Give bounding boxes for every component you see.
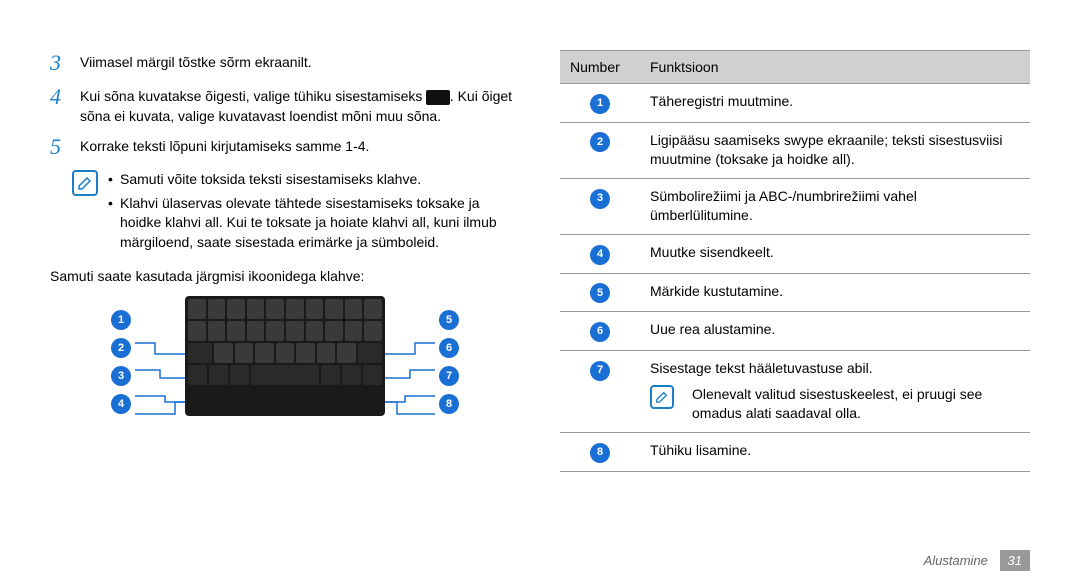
number-badge: 5	[590, 283, 610, 303]
footer-page-number: 31	[1000, 550, 1030, 571]
callout-badge-7: 7	[439, 366, 459, 386]
table-cell-number: 2	[560, 122, 640, 178]
table-row: 8 Tühiku lisamine.	[560, 432, 1030, 471]
table-cell-number: 3	[560, 178, 640, 234]
note-box: Samuti võite toksida teksti sisestamisek…	[72, 170, 520, 256]
table-cell-number: 1	[560, 84, 640, 123]
keyboard-image	[185, 296, 385, 416]
callout-lines-right	[385, 296, 435, 416]
table-cell-function: Uue rea alustamine.	[640, 312, 1030, 351]
number-badge: 8	[590, 443, 610, 463]
table-cell-number: 4	[560, 235, 640, 274]
table-cell-function: Sümbolirežiimi ja ABC-/numbrirežiimi vah…	[640, 178, 1030, 234]
number-badge: 4	[590, 245, 610, 265]
table-cell-function: Täheregistri muutmine.	[640, 84, 1030, 123]
table-cell-function: Tühiku lisamine.	[640, 432, 1030, 471]
table-row: 6 Uue rea alustamine.	[560, 312, 1030, 351]
step-text: Kui sõna kuvatakse õigesti, valige tühik…	[80, 84, 520, 126]
callout-badge-1: 1	[111, 310, 131, 330]
table-row: 5 Märkide kustutamine.	[560, 273, 1030, 312]
step-number: 4	[50, 84, 80, 110]
note-icon	[650, 385, 674, 409]
function-table: Number Funktsioon 1 Täheregistri muutmine…	[560, 50, 1030, 472]
pencil-icon	[77, 175, 93, 191]
number-badge: 3	[590, 189, 610, 209]
callout-badge-4: 4	[111, 394, 131, 414]
page-footer: Alustamine 31	[924, 553, 1030, 568]
step-number: 3	[50, 50, 80, 76]
table-cell-function: Ligipääsu saamiseks swype ekraanile; tek…	[640, 122, 1030, 178]
step-5: 5 Korrake teksti lõpuni kirjutamiseks sa…	[50, 134, 520, 160]
callout-badge-3: 3	[111, 366, 131, 386]
note-item: Samuti võite toksida teksti sisestamisek…	[108, 170, 520, 190]
number-badge: 6	[590, 322, 610, 342]
table-head-number: Number	[560, 51, 640, 84]
note-list: Samuti võite toksida teksti sisestamisek…	[108, 170, 520, 256]
callout-badge-2: 2	[111, 338, 131, 358]
table-cell-number: 5	[560, 273, 640, 312]
step-text: Viimasel märgil tõstke sõrm ekraanilt.	[80, 50, 520, 73]
step-number: 5	[50, 134, 80, 160]
spacebar-icon	[426, 90, 450, 105]
table-row: 1 Täheregistri muutmine.	[560, 84, 1030, 123]
table-cell-number: 8	[560, 432, 640, 471]
table-cell-function: Sisestage tekst hääletuvastuse abil.Olen…	[640, 351, 1030, 433]
inline-note-text: Olenevalt valitud sisestuskeelest, ei pr…	[692, 385, 1020, 424]
keyboard-diagram: 1 2 3 4	[105, 296, 465, 416]
number-badge: 1	[590, 94, 610, 114]
table-row: 4 Muutke sisendkeelt.	[560, 235, 1030, 274]
footer-section: Alustamine	[924, 553, 988, 568]
number-badge: 7	[590, 361, 610, 381]
inline-note: Olenevalt valitud sisestuskeelest, ei pr…	[650, 385, 1020, 424]
step-3: 3 Viimasel märgil tõstke sõrm ekraanilt.	[50, 50, 520, 76]
table-cell-function: Muutke sisendkeelt.	[640, 235, 1030, 274]
table-row: 3 Sümbolirežiimi ja ABC-/numbrirežiimi va…	[560, 178, 1030, 234]
table-cell-number: 7	[560, 351, 640, 433]
step-4: 4 Kui sõna kuvatakse õigesti, valige tüh…	[50, 84, 520, 126]
table-cell-function: Märkide kustutamine.	[640, 273, 1030, 312]
note-item: Klahvi ülaservas olevate tähtede sisesta…	[108, 194, 520, 253]
table-cell-number: 6	[560, 312, 640, 351]
callout-lines-left	[135, 296, 185, 416]
callouts-left: 1 2 3 4	[107, 296, 135, 416]
callout-badge-6: 6	[439, 338, 459, 358]
step-text: Korrake teksti lõpuni kirjutamiseks samm…	[80, 134, 520, 157]
callout-badge-5: 5	[439, 310, 459, 330]
callouts-right: 5 6 7 8	[435, 296, 463, 416]
number-badge: 2	[590, 132, 610, 152]
table-head-function: Funktsioon	[640, 51, 1030, 84]
paragraph: Samuti saate kasutada järgmisi ikoonideg…	[50, 267, 520, 287]
step-text-pre: Kui sõna kuvatakse õigesti, valige tühik…	[80, 88, 426, 104]
table-row: 7 Sisestage tekst hääletuvastuse abil.Ole…	[560, 351, 1030, 433]
callout-badge-8: 8	[439, 394, 459, 414]
note-icon	[72, 170, 98, 196]
table-row: 2 Ligipääsu saamiseks swype ekraanile; te…	[560, 122, 1030, 178]
